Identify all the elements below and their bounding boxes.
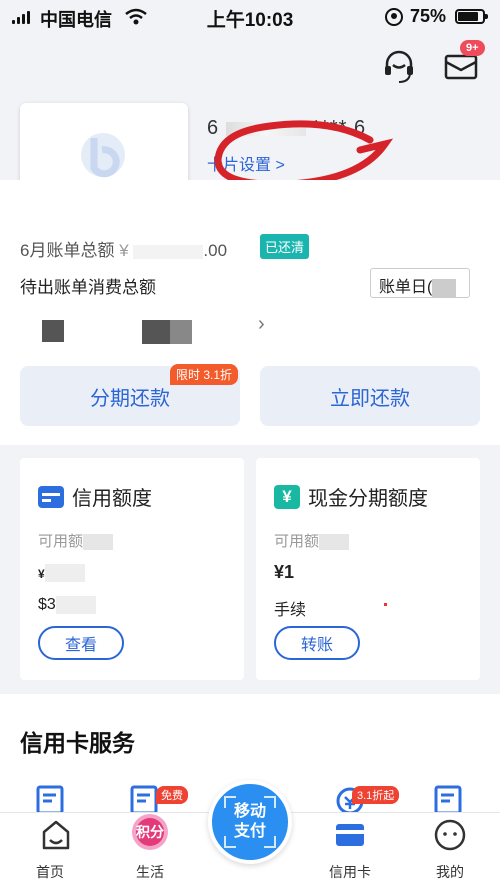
credit-limit-title: 信用额度: [38, 482, 152, 511]
mail-icon[interactable]: [444, 54, 478, 80]
card-services-title: 信用卡服务: [20, 730, 135, 756]
mail-badge: 9+: [460, 40, 485, 56]
credit-card-tab-icon[interactable]: [310, 818, 390, 852]
free-badge: 免费: [156, 786, 188, 804]
chevron-right-icon[interactable]: ›: [258, 313, 265, 336]
pay-now-button[interactable]: 立即还款: [260, 366, 480, 426]
credit-card-icon: [38, 485, 64, 508]
pending-bill-label: 待出账单消费总额: [20, 278, 156, 297]
fee-label: 手续: [274, 602, 307, 619]
customer-service-icon[interactable]: [382, 50, 416, 84]
bank-logo-icon: [81, 133, 125, 178]
battery-icon: [455, 9, 488, 24]
credit-sub-amount: $3: [38, 596, 96, 614]
home-icon[interactable]: [16, 818, 96, 852]
profile-icon[interactable]: [410, 818, 490, 852]
bill-doc-icon[interactable]: [34, 785, 70, 815]
redaction-block: [142, 320, 170, 344]
tab-credit-card[interactable]: 信用卡: [310, 862, 390, 882]
cash-installment-title: ¥ 现金分期额度: [274, 482, 428, 511]
month-bill-total: 6月账单总额 ¥ .00: [20, 241, 228, 260]
yen-icon: ¥: [274, 484, 300, 509]
cash-installment-panel: ¥ 现金分期额度 可用额 ¥1 手续 转账: [256, 458, 480, 680]
view-button[interactable]: 查看: [38, 626, 124, 660]
redaction-block: [170, 320, 192, 344]
credit-limit-panel: 信用额度 可用额 ¥ $3 查看: [20, 458, 244, 680]
card-settings-link[interactable]: 卡片设置 >: [207, 151, 285, 175]
available-cash-label: 可用额: [274, 530, 350, 551]
points-badge-text: 积分: [136, 824, 164, 840]
cash-amount: ¥1: [274, 562, 295, 582]
transfer-button[interactable]: 转账: [274, 626, 360, 660]
tab-home[interactable]: 首页: [10, 862, 90, 882]
tab-life[interactable]: 生活: [110, 862, 190, 882]
battery-percent: 75%: [410, 6, 447, 26]
red-dot: [384, 603, 387, 606]
promo-tag: 限时 3.1折: [170, 364, 239, 385]
card-number: 6 **** 6: [207, 117, 367, 139]
tab-mine[interactable]: 我的: [410, 862, 490, 882]
available-credit-label: 可用额: [38, 530, 114, 551]
mobile-pay-button[interactable]: 移动支付: [208, 780, 292, 864]
discount-badge: 3.1折起: [352, 786, 400, 804]
paid-badge: 已还清: [260, 234, 310, 259]
redaction-block: [42, 320, 64, 342]
credit-amount: ¥: [38, 562, 85, 583]
status-bar: 中国电信 上午10:03 75%: [0, 0, 500, 34]
rotation-lock-icon: [385, 8, 403, 26]
bill-day-box[interactable]: 账单日(: [370, 268, 470, 298]
service-doc-icon[interactable]: [432, 785, 468, 815]
